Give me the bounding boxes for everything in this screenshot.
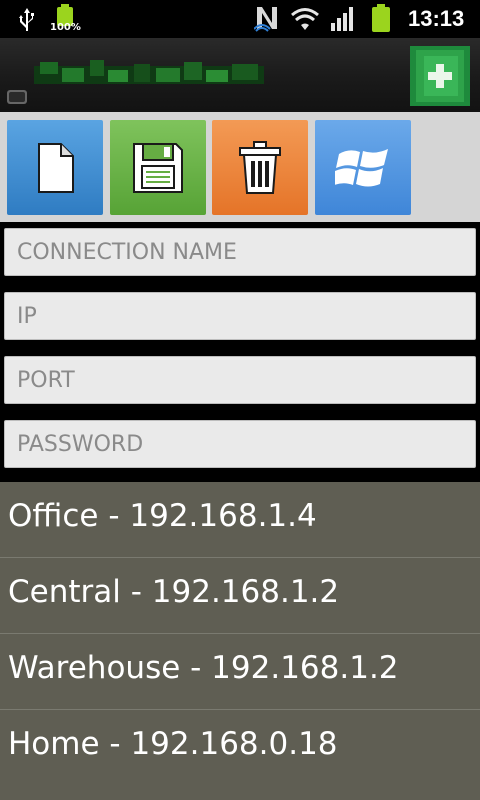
status-bar: 100% 13:13 — [0, 0, 480, 38]
connection-item-home[interactable]: Home - 192.168.0.18 — [0, 710, 480, 786]
battery-percent: 100% — [50, 22, 81, 33]
connection-label: Home - 192.168.0.18 — [8, 726, 338, 762]
action-toolbar — [0, 112, 480, 222]
ip-input[interactable] — [4, 292, 476, 340]
floppy-disk-icon — [133, 143, 183, 193]
delete-connection-button[interactable] — [212, 120, 308, 215]
battery-icon — [372, 4, 390, 32]
connection-label: Office - 192.168.1.4 — [8, 498, 317, 534]
connection-item-office[interactable]: Office - 192.168.1.4 — [0, 482, 480, 558]
trash-can-icon — [239, 141, 281, 194]
windows-logo-icon — [335, 149, 388, 187]
nfc-n-icon — [254, 7, 277, 32]
port-input[interactable] — [4, 356, 476, 404]
connection-list: Office - 192.168.1.4 Central - 192.168.1… — [0, 482, 480, 800]
wifi-icon — [291, 8, 319, 30]
usb-icon — [19, 8, 34, 31]
new-document-icon — [38, 143, 74, 193]
app-title-obscured — [34, 60, 264, 84]
save-connection-button[interactable] — [110, 120, 206, 215]
connection-label: Central - 192.168.1.2 — [8, 574, 340, 610]
new-connection-button[interactable] — [7, 120, 103, 215]
add-connection-button[interactable] — [410, 46, 470, 106]
connection-name-input[interactable] — [4, 228, 476, 276]
windows-button[interactable] — [315, 120, 411, 215]
clock: 13:13 — [408, 6, 465, 31]
signal-strength-icon — [331, 7, 353, 31]
connection-label: Warehouse - 192.168.1.2 — [8, 650, 399, 686]
app-icon — [7, 90, 27, 104]
password-input[interactable] — [4, 420, 476, 468]
connection-item-central[interactable]: Central - 192.168.1.2 — [0, 558, 480, 634]
connection-form — [0, 222, 480, 482]
connection-item-warehouse[interactable]: Warehouse - 192.168.1.2 — [0, 634, 480, 710]
